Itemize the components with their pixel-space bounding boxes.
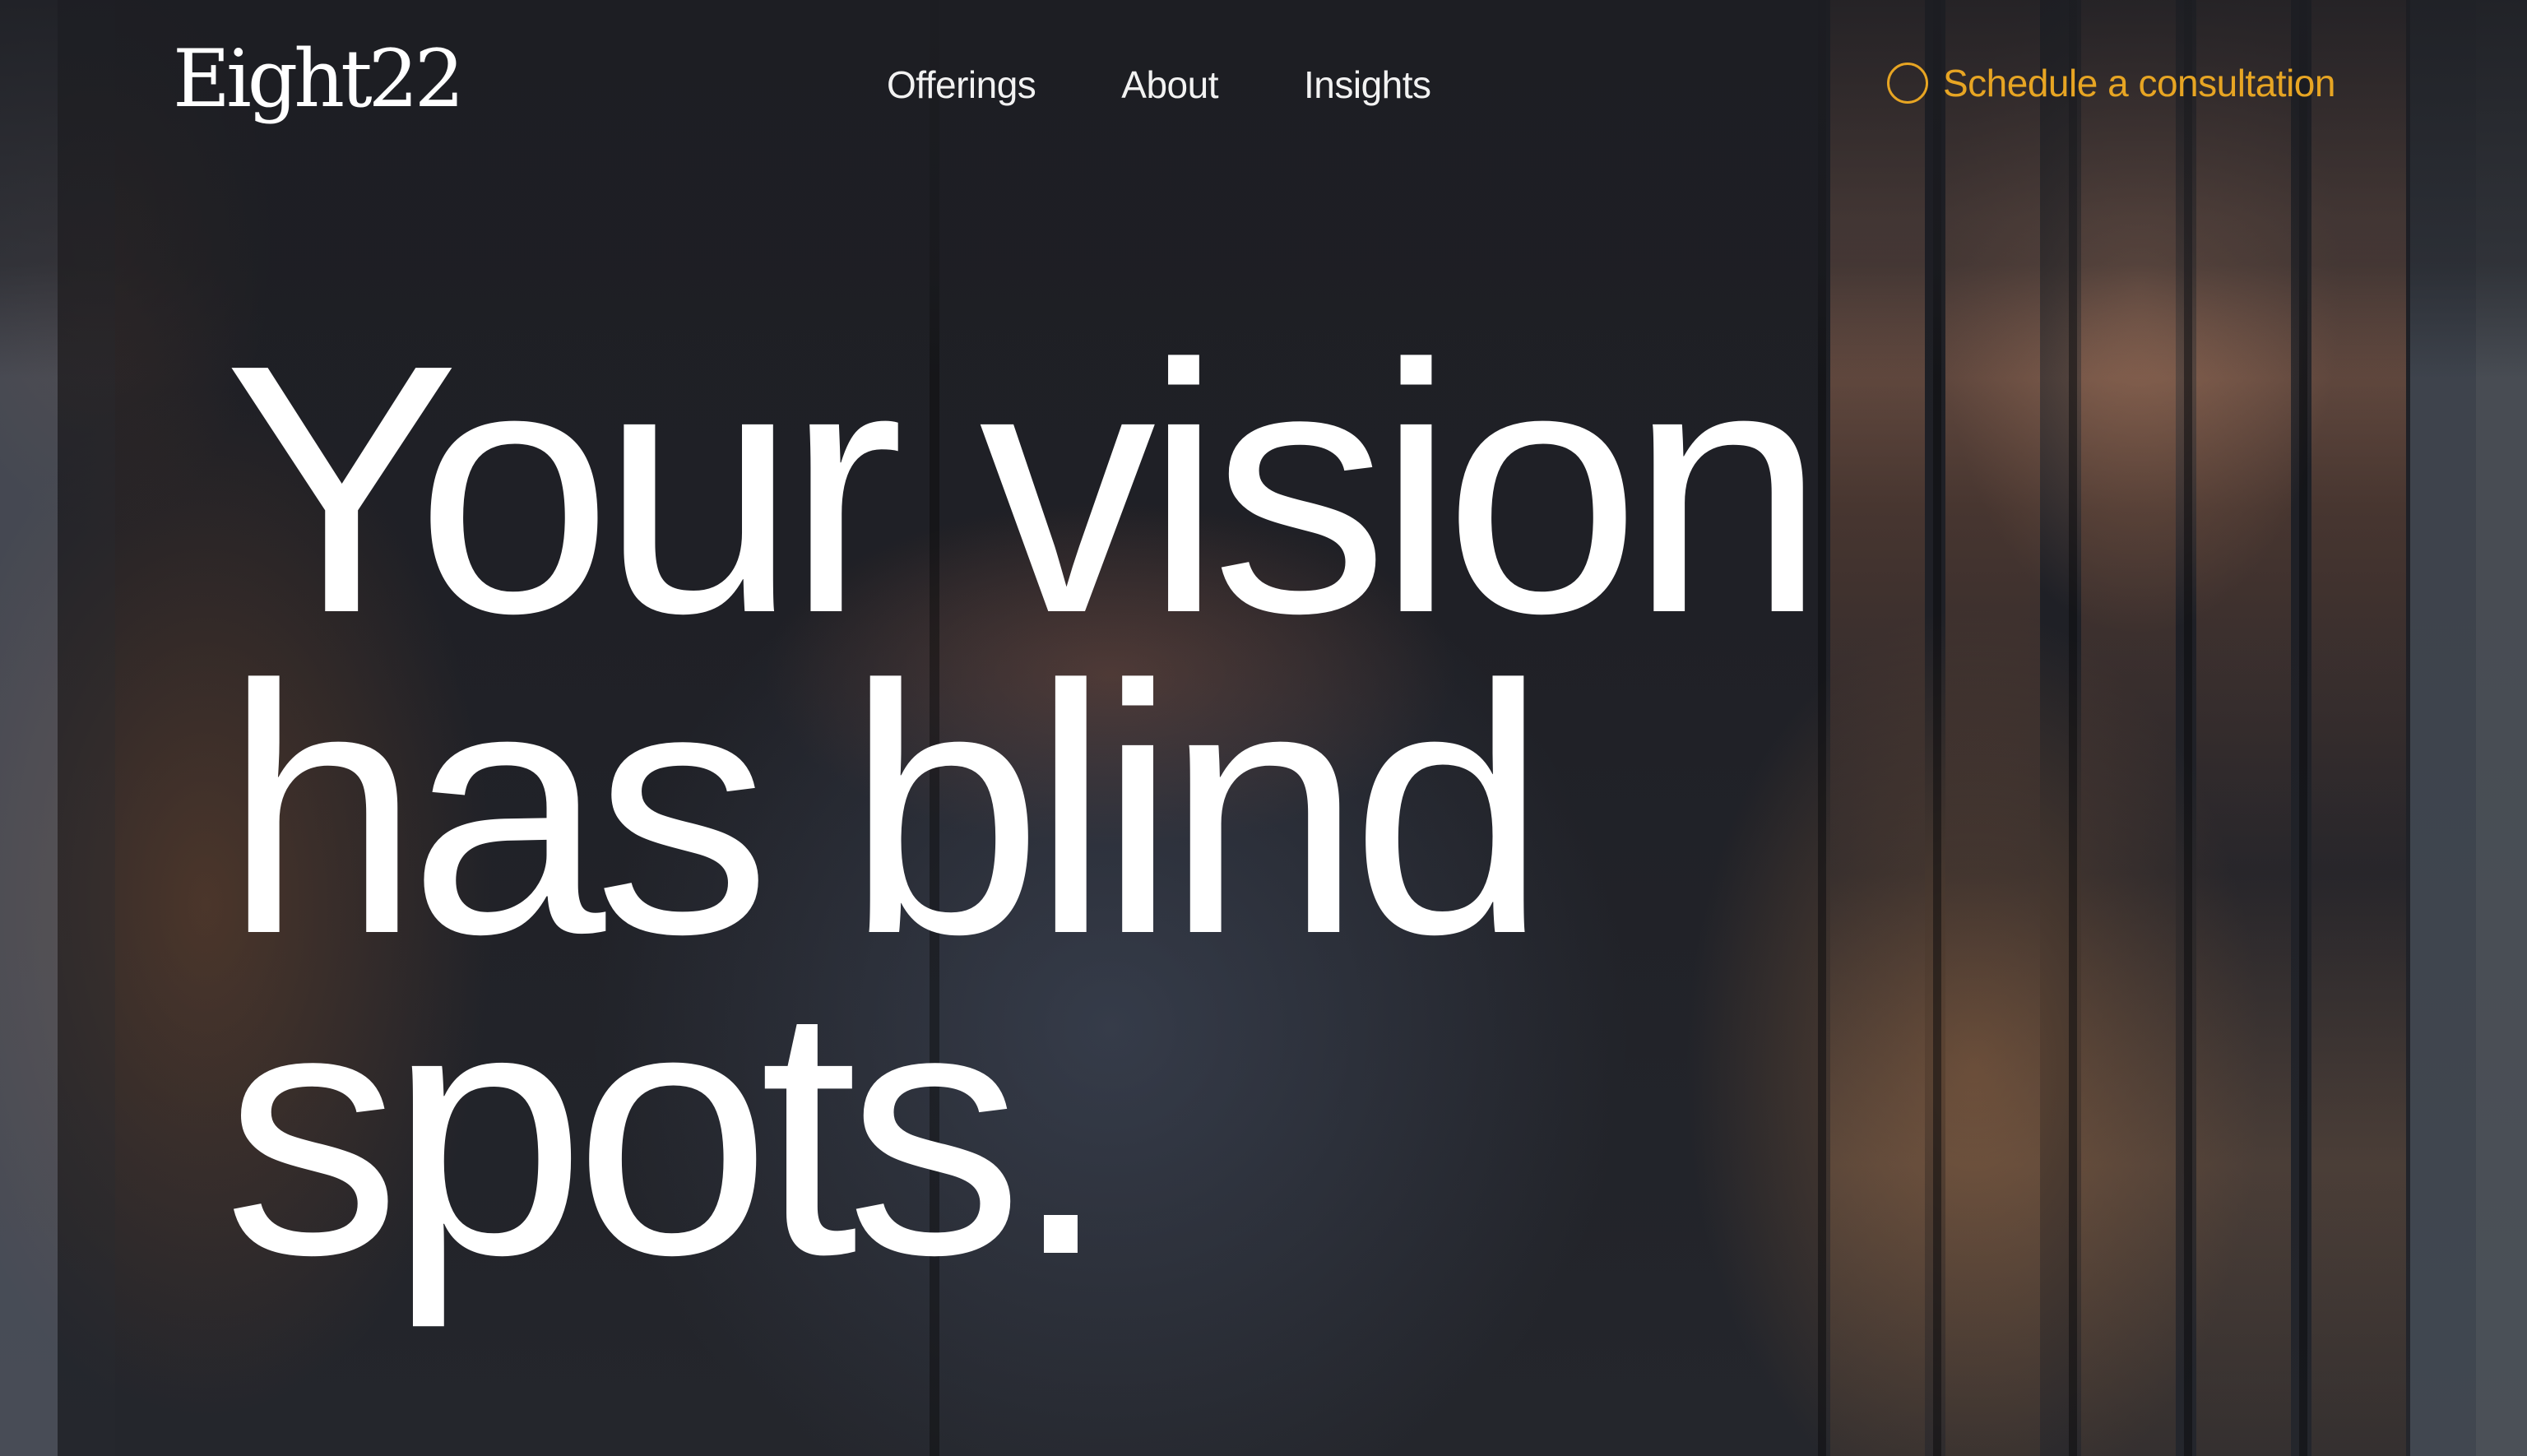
schedule-consultation-label: Schedule a consultation: [1943, 62, 2335, 104]
nav-item-insights[interactable]: Insights: [1304, 63, 1431, 107]
nav-item-offerings[interactable]: Offerings: [887, 63, 1036, 107]
hero-headline: Your vision has blind spots.: [224, 292, 1826, 1328]
hero-page: Eight22 Offerings About Insights Schedul…: [0, 0, 2527, 1456]
circle-icon: [1887, 63, 1928, 104]
logo[interactable]: Eight22: [173, 39, 465, 118]
headline-line-2: has blind: [224, 613, 1547, 1008]
headline-line-1: Your vision: [224, 292, 1826, 687]
nav-item-about[interactable]: About: [1121, 63, 1218, 107]
schedule-consultation-button[interactable]: Schedule a consultation: [1887, 61, 2335, 105]
headline-line-3: spots.: [224, 934, 1110, 1328]
main-nav: Offerings About Insights: [887, 63, 1431, 107]
